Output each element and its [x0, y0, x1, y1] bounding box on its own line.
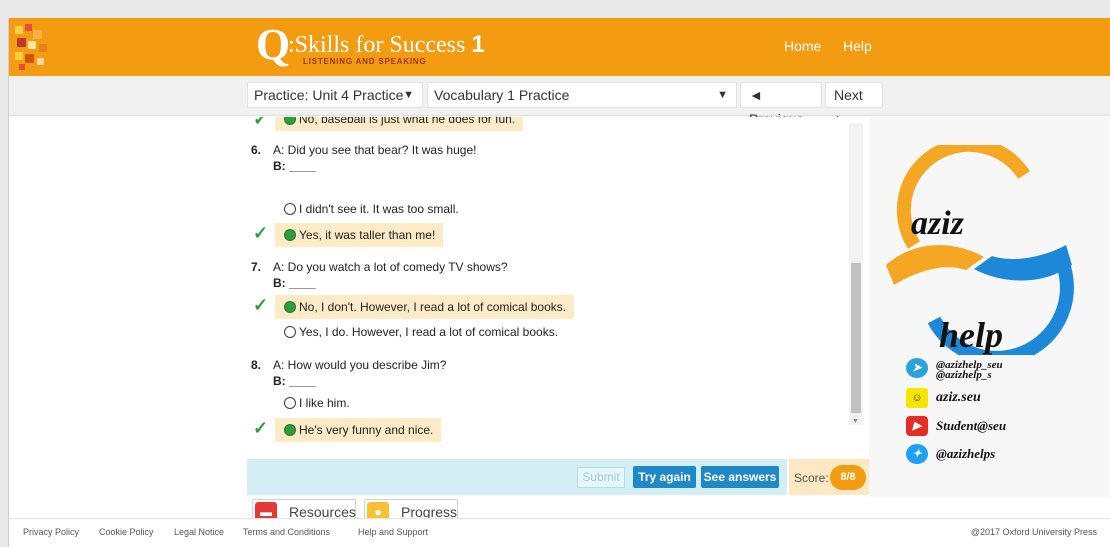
watermark-word-2: help — [939, 315, 1004, 355]
breadcrumb: Practice: Unit 4 Practice ▼ Vocabulary 1… — [9, 76, 1110, 127]
option-text: I like him. — [299, 396, 350, 410]
vertical-scrollbar[interactable]: ▼ — [849, 123, 863, 425]
try-again-button[interactable]: Try again — [633, 466, 696, 488]
correct-check-icon: ✓ — [253, 418, 269, 438]
snapchat-icon: ☺ — [906, 388, 928, 408]
answer-option[interactable]: He's very funny and nice. — [275, 418, 442, 442]
dropdown-arrow-icon: ▼ — [717, 89, 728, 101]
dropdown-arrow-icon: ▼ — [403, 89, 414, 101]
brand-q: Q — [256, 20, 291, 69]
legal-notice-link[interactable]: Legal Notice — [174, 527, 224, 537]
question-prompt: A: Did you see that bear? It was huge! — [273, 143, 477, 157]
answer-option[interactable]: I didn't see it. It was too small. — [275, 197, 459, 221]
previous-button[interactable]: ◄ Previous — [740, 82, 822, 127]
question-number: 8. — [251, 358, 262, 372]
answer-option[interactable]: I like him. — [275, 391, 350, 415]
next-button[interactable]: Next ► — [825, 82, 883, 127]
brand-title: :Skills for Success 1 — [288, 31, 485, 59]
question-blank: B: ____ — [273, 374, 316, 388]
youtube-icon: ▶ — [906, 416, 928, 436]
question-blank: B: ____ — [273, 276, 316, 290]
watermark-word-1: aziz — [911, 205, 964, 242]
score-label: Score: — [794, 471, 829, 485]
radio-icon — [284, 203, 296, 215]
option-text: Yes, I do. However, I read a lot of comi… — [299, 325, 559, 339]
app-window: Q :Skills for Success 1 LISTENING AND SP… — [8, 18, 1110, 547]
correct-check-icon: ✓ — [253, 223, 269, 243]
activity-select[interactable]: Vocabulary 1 Practice ▼ — [427, 82, 737, 108]
telegram-icon: ➤ — [906, 358, 928, 378]
unit-select[interactable]: Practice: Unit 4 Practice ▼ — [247, 82, 423, 108]
correct-check-icon: ✓ — [253, 117, 269, 129]
question-prompt: A: How would you describe Jim? — [273, 358, 447, 372]
side-panel — [869, 117, 1110, 497]
correct-check-icon: ✓ — [253, 295, 269, 315]
score-badge: 8/8 — [830, 465, 866, 490]
radio-icon — [284, 397, 296, 409]
radio-selected-icon — [284, 301, 296, 313]
twitter-icon: ✦ — [906, 444, 928, 464]
unit-select-value: Practice: Unit 4 Practice — [254, 87, 404, 103]
answer-option[interactable]: No, I don't. However, I read a lot of co… — [275, 295, 575, 319]
option-text: No, baseball is just what he does for fu… — [299, 117, 516, 126]
option-text: Yes, it was taller than me! — [299, 228, 436, 242]
answer-option[interactable]: Yes, I do. However, I read a lot of comi… — [275, 320, 558, 344]
question-blank: B: ____ — [273, 159, 316, 173]
brand-level: 1 — [471, 31, 485, 58]
answer-option[interactable]: Yes, it was taller than me! — [275, 223, 444, 247]
help-link[interactable]: Help — [843, 38, 872, 54]
radio-selected-icon — [284, 424, 296, 436]
option-text: I didn't see it. It was too small. — [299, 202, 459, 216]
help-support-link[interactable]: Help and Support — [358, 527, 428, 537]
see-answers-button[interactable]: See answers — [701, 466, 779, 488]
option-text: No, I don't. However, I read a lot of co… — [299, 300, 567, 314]
question-prompt: A: Do you watch a lot of comedy TV shows… — [273, 260, 508, 274]
home-link[interactable]: Home — [784, 38, 821, 54]
terms-link[interactable]: Terms and Conditions — [243, 527, 330, 537]
submit-button[interactable]: Submit — [577, 467, 625, 488]
option-text: He's very funny and nice. — [299, 423, 434, 437]
question-number: 7. — [251, 260, 262, 274]
answer-option[interactable]: No, baseball is just what he does for fu… — [275, 117, 524, 131]
top-bar: Q :Skills for Success 1 LISTENING AND SP… — [9, 18, 1110, 76]
activity-select-value: Vocabulary 1 Practice — [434, 87, 570, 103]
question-number: 6. — [251, 143, 262, 157]
privacy-policy-link[interactable]: Privacy Policy — [23, 527, 79, 537]
cookie-policy-link[interactable]: Cookie Policy — [99, 527, 154, 537]
copyright: @2017 Oxford University Press — [970, 527, 1097, 537]
exercise-panel: ✓ No, baseball is just what he does for … — [247, 117, 869, 459]
radio-selected-icon — [284, 117, 296, 125]
scroll-down-arrow-icon[interactable]: ▼ — [852, 418, 859, 425]
radio-icon — [284, 326, 296, 338]
scrollbar-thumb[interactable] — [851, 263, 861, 413]
brand-subtitle: LISTENING AND SPEAKING — [303, 57, 427, 66]
radio-selected-icon — [284, 229, 296, 241]
app-logo-icon — [15, 24, 47, 70]
footer: Privacy Policy Cookie Policy Legal Notic… — [9, 518, 1110, 547]
